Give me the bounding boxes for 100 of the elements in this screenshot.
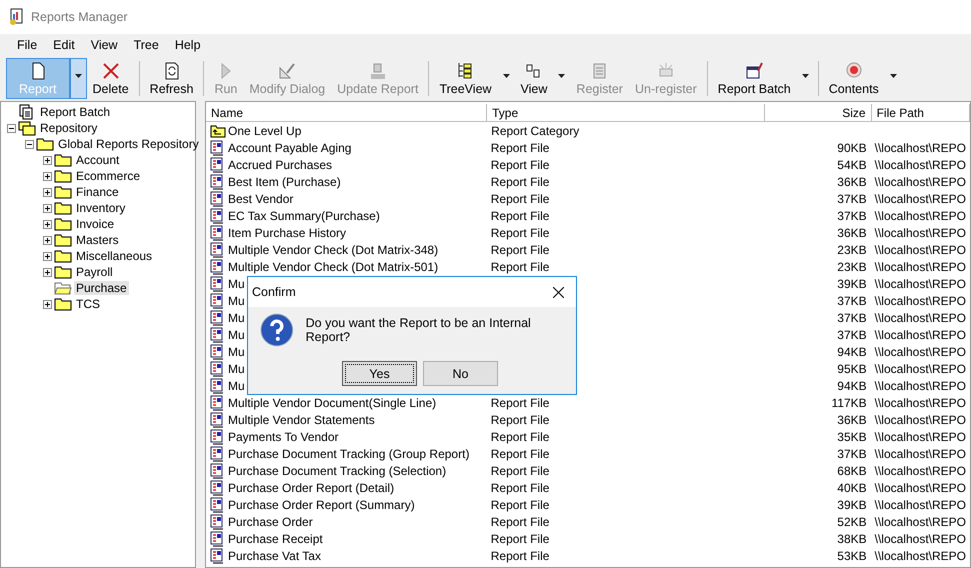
file-size: 39KB xyxy=(837,276,867,290)
toolbar-button[interactable]: Refresh xyxy=(144,58,200,99)
file-type: Report File xyxy=(490,396,550,410)
report-file-icon xyxy=(210,412,226,428)
file-name[interactable]: Best Vendor xyxy=(228,192,294,206)
column-header[interactable]: Type xyxy=(487,104,766,121)
report-file-icon xyxy=(210,514,226,530)
dialog-button[interactable]: No xyxy=(423,361,498,386)
file-type: Report File xyxy=(490,498,550,512)
file-type: Report File xyxy=(490,192,550,206)
expand-icon[interactable] xyxy=(43,220,52,228)
folder-icon xyxy=(36,136,54,152)
report-file-icon xyxy=(210,140,226,156)
folder-node[interactable]: Account xyxy=(74,153,122,167)
file-name[interactable]: Mu xyxy=(228,328,245,342)
folder-node[interactable]: Invoice xyxy=(74,217,116,231)
expand-icon[interactable] xyxy=(43,268,52,276)
file-name[interactable]: Best Item (Purchase) xyxy=(228,174,341,188)
menu-item[interactable]: Help xyxy=(168,36,208,54)
folder-node[interactable]: Ecommerce xyxy=(74,169,142,183)
column-header[interactable]: File Path xyxy=(872,104,970,121)
file-name[interactable]: Multiple Vendor Document(Single Line) xyxy=(228,396,436,410)
window-title: Reports Manager xyxy=(31,10,128,24)
expand-icon[interactable] xyxy=(43,300,52,308)
file-path: \\localhost\REPO xyxy=(874,208,966,222)
file-name[interactable]: Multiple Vendor Check (Dot Matrix-348) xyxy=(228,242,438,256)
folder-node[interactable]: Miscellaneous xyxy=(74,249,154,263)
file-name[interactable]: Mu xyxy=(228,362,245,376)
folders-icon xyxy=(18,120,36,136)
folder-node[interactable]: Masters xyxy=(74,233,121,247)
file-name[interactable]: Purchase Document Tracking (Group Report) xyxy=(228,446,470,460)
file-name[interactable]: EC Tax Summary(Purchase) xyxy=(228,208,380,222)
folder-node[interactable]: Inventory xyxy=(74,201,128,215)
toolbar-button[interactable]: View xyxy=(514,58,554,99)
column-header[interactable]: Name xyxy=(206,104,488,121)
toolbar-button[interactable]: Delete xyxy=(86,58,135,99)
folder-node[interactable]: Payroll xyxy=(74,265,115,279)
folder-node[interactable]: Purchase xyxy=(74,281,129,295)
menu-item[interactable]: File xyxy=(10,36,44,54)
report-file-icon xyxy=(210,548,226,564)
report-file-icon xyxy=(210,258,226,274)
file-name[interactable]: Mu xyxy=(228,276,245,290)
folder-node[interactable]: Repository xyxy=(38,121,100,135)
menu-item[interactable]: Edit xyxy=(46,36,82,54)
expand-icon[interactable] xyxy=(43,252,52,260)
menu-item[interactable]: View xyxy=(84,36,125,54)
collapse-icon[interactable] xyxy=(7,124,16,132)
collapse-icon[interactable] xyxy=(25,140,34,148)
folder-node[interactable]: TCS xyxy=(74,297,102,311)
report-file-icon xyxy=(210,224,226,240)
file-name[interactable]: Accrued Purchases xyxy=(228,158,332,172)
file-path: \\localhost\REPO xyxy=(874,310,966,324)
file-name[interactable]: Purchase Order Report (Summary) xyxy=(228,498,415,512)
toolbar-button[interactable]: TreeView xyxy=(433,58,498,99)
file-size: 38KB xyxy=(837,532,867,546)
column-header[interactable]: Size xyxy=(765,104,872,121)
folder-node[interactable]: Global Reports Repository xyxy=(56,137,201,151)
folder-node[interactable]: Finance xyxy=(74,185,121,199)
file-size: 23KB xyxy=(837,242,867,256)
file-name[interactable]: One Level Up xyxy=(228,124,302,138)
file-name[interactable]: Purchase Receipt xyxy=(228,532,323,546)
file-name[interactable]: Purchase Document Tracking (Selection) xyxy=(228,464,446,478)
file-name[interactable]: Mu xyxy=(228,344,245,358)
menu-item[interactable]: Tree xyxy=(126,36,166,54)
expand-icon[interactable] xyxy=(43,188,52,196)
file-name[interactable]: Account Payable Aging xyxy=(228,140,352,154)
file-path: \\localhost\REPO xyxy=(874,158,966,172)
toolbar-button[interactable]: Report Batch xyxy=(712,58,797,99)
file-size: 39KB xyxy=(837,498,867,512)
file-name[interactable]: Payments To Vendor xyxy=(228,430,339,444)
file-type: Report File xyxy=(490,514,550,528)
file-name[interactable]: Mu xyxy=(228,310,245,324)
expand-icon[interactable] xyxy=(43,156,52,164)
file-name[interactable]: Mu xyxy=(228,294,245,308)
file-size: 37KB xyxy=(837,208,867,222)
file-size: 37KB xyxy=(837,294,867,308)
report-file-icon xyxy=(210,446,226,462)
file-path: \\localhost\REPO xyxy=(874,480,966,494)
expand-icon[interactable] xyxy=(43,236,52,244)
file-name[interactable]: Multiple Vendor Statements xyxy=(228,412,375,426)
report-file-icon xyxy=(210,462,226,478)
folder-node[interactable]: Report Batch xyxy=(38,105,112,119)
file-size: 35KB xyxy=(837,430,867,444)
file-size: 94KB xyxy=(837,378,867,392)
file-name[interactable]: Purchase Order Report (Detail) xyxy=(228,480,394,494)
expand-icon[interactable] xyxy=(43,204,52,212)
file-name[interactable]: Multiple Vendor Check (Dot Matrix-501) xyxy=(228,260,438,274)
toolbar-button[interactable]: Contents xyxy=(822,58,885,99)
file-name[interactable]: Item Purchase History xyxy=(228,226,346,240)
report-file-icon xyxy=(210,360,226,376)
file-size: 23KB xyxy=(837,260,867,274)
folder-icon xyxy=(54,216,72,232)
file-path: \\localhost\REPO xyxy=(874,446,966,460)
file-name[interactable]: Mu xyxy=(228,378,245,392)
dialog-button[interactable]: Yes xyxy=(342,361,417,386)
file-name[interactable]: Purchase Vat Tax xyxy=(228,548,321,562)
file-path: \\localhost\REPO xyxy=(874,378,966,392)
expand-icon[interactable] xyxy=(43,172,52,180)
file-name[interactable]: Purchase Order xyxy=(228,514,313,528)
report-file-icon xyxy=(210,292,226,308)
